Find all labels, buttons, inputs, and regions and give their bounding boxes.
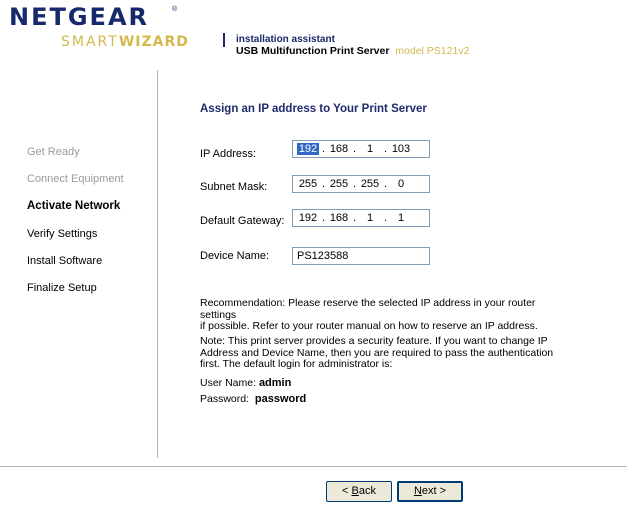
smartwizard-logo-bold: WIZARD [118,34,189,50]
default-gateway-field[interactable]: 192. 168. 1. 1 [292,209,430,227]
ip-separator: . [352,212,357,224]
logo-divider [223,33,231,47]
assistant-label: installation assistant [236,34,335,45]
ip-octet-3[interactable]: 1 [359,143,381,155]
sidebar-item-install-software: Install Software [27,255,103,267]
ip-octet-4[interactable]: 103 [390,143,412,155]
password-label: Password: [200,393,250,405]
product-title: USB Multifunction Print Server model PS1… [236,45,469,57]
subnet-mask-field[interactable]: 255. 255. 255. 0 [292,175,430,193]
next-button-label: ext > [421,485,447,497]
page-title: Assign an IP address to Your Print Serve… [200,103,427,115]
password-row: Password: password [200,393,306,405]
registered-mark: ® [172,6,178,13]
subnet-octet-1[interactable]: 255 [297,178,319,190]
username-label: User Name: [200,377,257,389]
recommendation-line-2: if possible. Refer to your router manual… [200,320,538,332]
ip-separator: . [321,212,326,224]
sidebar-divider [157,70,158,458]
default-gateway-label: Default Gateway: [200,215,285,227]
next-button-mnemonic: N [413,485,422,497]
subnet-octet-3[interactable]: 255 [359,178,381,190]
device-name-label: Device Name: [200,250,270,262]
username-value: admin [258,377,292,389]
ip-separator: . [321,143,326,155]
sidebar-item-activate-network: Activate Network [27,200,121,212]
subnet-octet-4[interactable]: 0 [390,178,412,190]
ip-separator: . [383,212,388,224]
password-value: password [254,393,307,405]
ip-octet-2[interactable]: 168 [328,143,350,155]
device-name-input[interactable]: PS123588 [292,247,430,265]
recommendation-text: Recommendation: Please reserve the selec… [200,297,560,333]
back-button-mnemonic: B [351,485,359,497]
sidebar-item-verify-settings: Verify Settings [27,228,98,240]
ip-separator: . [352,178,357,190]
smartwizard-logo: SMARTWIZARD [61,34,189,50]
recommendation-line-1: Recommendation: Please reserve the selec… [200,297,536,321]
ip-octet-1[interactable]: 192 [297,143,319,155]
sidebar-item-connect-equipment: Connect Equipment [27,173,124,185]
ip-separator: . [383,178,388,190]
note-line-1: Note: This print server provides a secur… [200,335,548,347]
model-label: model PS121v2 [395,45,470,57]
footer-divider [0,466,627,467]
netgear-logo: NETGEAR [9,3,149,31]
username-row: User Name: admin [200,377,291,389]
ip-address-field[interactable]: 192. 168. 1. 103 [292,140,430,158]
back-button[interactable]: < Back [326,481,392,502]
note-line-3: first. The default login for administrat… [200,358,393,370]
gateway-octet-1[interactable]: 192 [297,212,319,224]
subnet-mask-label: Subnet Mask: [200,181,268,193]
ip-separator: . [352,143,357,155]
back-button-label: ack [358,485,376,497]
smartwizard-logo-light: SMART [61,34,119,50]
back-button-prefix: < [342,485,352,497]
gateway-octet-2[interactable]: 168 [328,212,350,224]
gateway-octet-4[interactable]: 1 [390,212,412,224]
ip-separator: . [383,143,388,155]
sidebar-item-get-ready: Get Ready [27,146,80,158]
subnet-octet-2[interactable]: 255 [328,178,350,190]
ip-address-label: IP Address: [200,148,257,160]
product-name: USB Multifunction Print Server [236,45,390,57]
gateway-octet-3[interactable]: 1 [359,212,381,224]
next-button[interactable]: Next > [397,481,463,502]
sidebar-item-finalize-setup: Finalize Setup [27,282,97,294]
note-text: Note: This print server provides a secur… [200,335,560,371]
ip-separator: . [321,178,326,190]
